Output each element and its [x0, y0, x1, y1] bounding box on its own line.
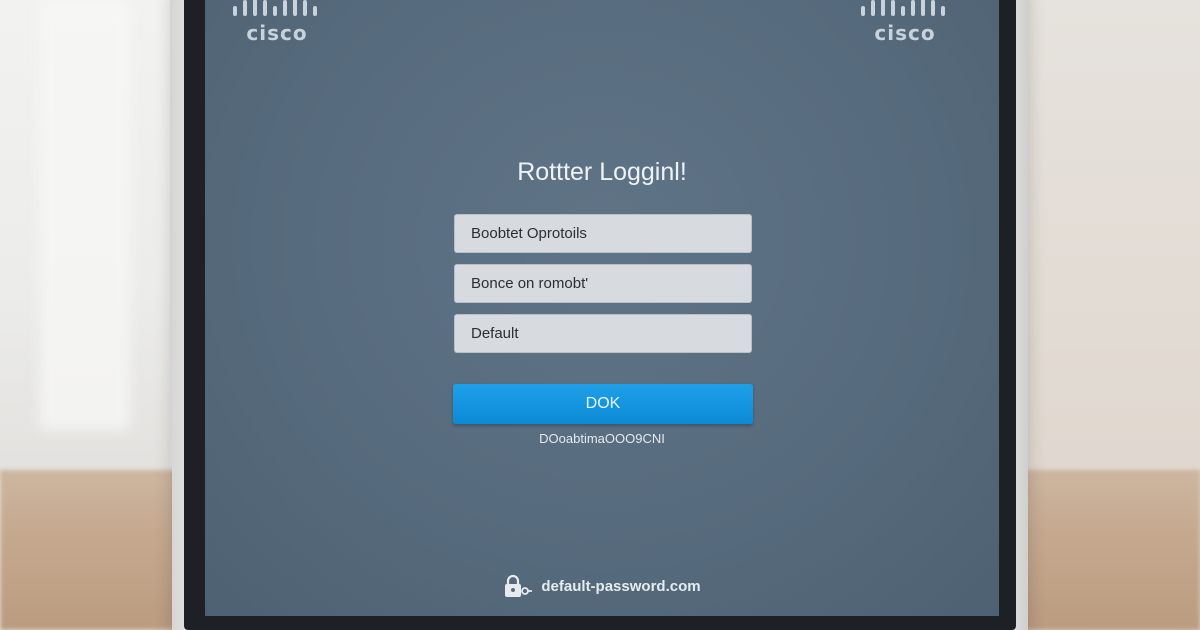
username-field[interactable]: Boobtet Oprotoils: [454, 214, 752, 253]
cisco-wordmark: cisco: [246, 21, 308, 45]
default-field[interactable]: Default: [454, 314, 752, 353]
page-title: Rottter Logginl!: [517, 158, 687, 186]
helper-link[interactable]: DOoabtimaOOO9CNI: [205, 431, 999, 446]
monitor-bezel: cisco cisco Rottter Logginl! Boobtet Opr…: [184, 0, 1016, 630]
footer-site-text: default-password.com: [541, 577, 701, 595]
cisco-logo-left: cisco: [227, 0, 327, 46]
cisco-bars-icon: [233, 0, 317, 16]
cisco-logo-right: cisco: [855, 0, 955, 46]
lock-key-icon: [505, 574, 533, 597]
background-wall: [1010, 0, 1200, 470]
monitor: cisco cisco Rottter Logginl! Boobtet Opr…: [172, 0, 1028, 630]
cisco-bars-icon: [861, 0, 945, 16]
router-login-screen: cisco cisco Rottter Logginl! Boobtet Opr…: [205, 0, 999, 616]
login-button[interactable]: DOK: [453, 384, 753, 424]
cisco-wordmark: cisco: [874, 21, 936, 45]
footer: default-password.com: [205, 574, 999, 598]
password-field[interactable]: Bonce on romobt': [454, 264, 752, 303]
background-window: [0, 0, 170, 480]
